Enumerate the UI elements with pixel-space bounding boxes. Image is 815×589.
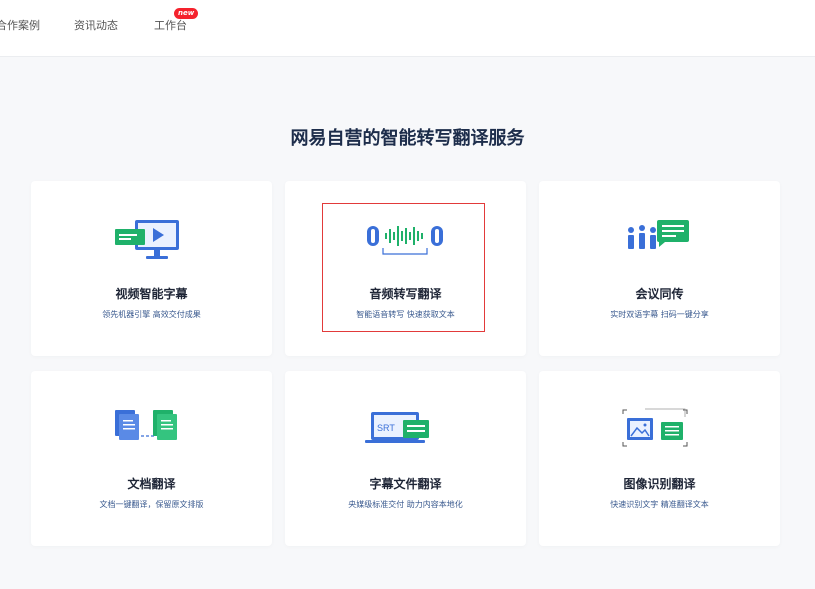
nav-cases[interactable]: 合作案例: [0, 17, 40, 33]
nav-workbench[interactable]: 工作台: [154, 17, 187, 33]
card-desc: 领先机器引擎 高效交付成果: [102, 310, 201, 319]
card-title: 会议同传: [635, 287, 684, 301]
card-title: 图像识别翻译: [623, 477, 696, 491]
new-badge: new: [174, 8, 199, 19]
srt-label: SRT: [377, 423, 395, 433]
nav-news[interactable]: 资讯动态: [74, 17, 118, 33]
card-desc: 央媒级标准交付 助力内容本地化: [348, 500, 463, 509]
card-meeting-interpret[interactable]: 会议同传 实时双语字幕 扫码一键分享: [539, 181, 780, 356]
card-desc: 文档一键翻译，保留原文排版: [99, 500, 204, 509]
card-desc: 快速识别文字 精准翻译文本: [610, 500, 709, 509]
meeting-interpret-icon: [628, 220, 689, 249]
card-subtitle-file-translate[interactable]: SRT 字幕文件翻译 央媒级标准交付 助力内容本地化: [285, 371, 526, 546]
highlight-box: [322, 203, 485, 332]
document-translate-icon: [115, 410, 177, 440]
video-monitor-icon: [115, 220, 179, 259]
card-title: 字幕文件翻译: [369, 477, 442, 491]
card-image-recognition[interactable]: 图像识别翻译 快速识别文字 精准翻译文本: [539, 371, 780, 546]
card-title: 文档翻译: [127, 477, 176, 491]
srt-file-icon: SRT: [365, 412, 429, 443]
card-title: 视频智能字幕: [115, 287, 188, 301]
top-nav-bar: 合作案例 资讯动态 工作台 new: [0, 0, 815, 57]
image-recognition-icon: [622, 408, 688, 447]
card-video-subtitle[interactable]: 视频智能字幕 领先机器引擎 高效交付成果: [31, 181, 272, 356]
card-desc: 实时双语字幕 扫码一键分享: [610, 310, 709, 319]
page-title: 网易自营的智能转写翻译服务: [290, 128, 525, 149]
card-document-translate[interactable]: 文档翻译 文档一键翻译，保留原文排版: [31, 371, 272, 546]
